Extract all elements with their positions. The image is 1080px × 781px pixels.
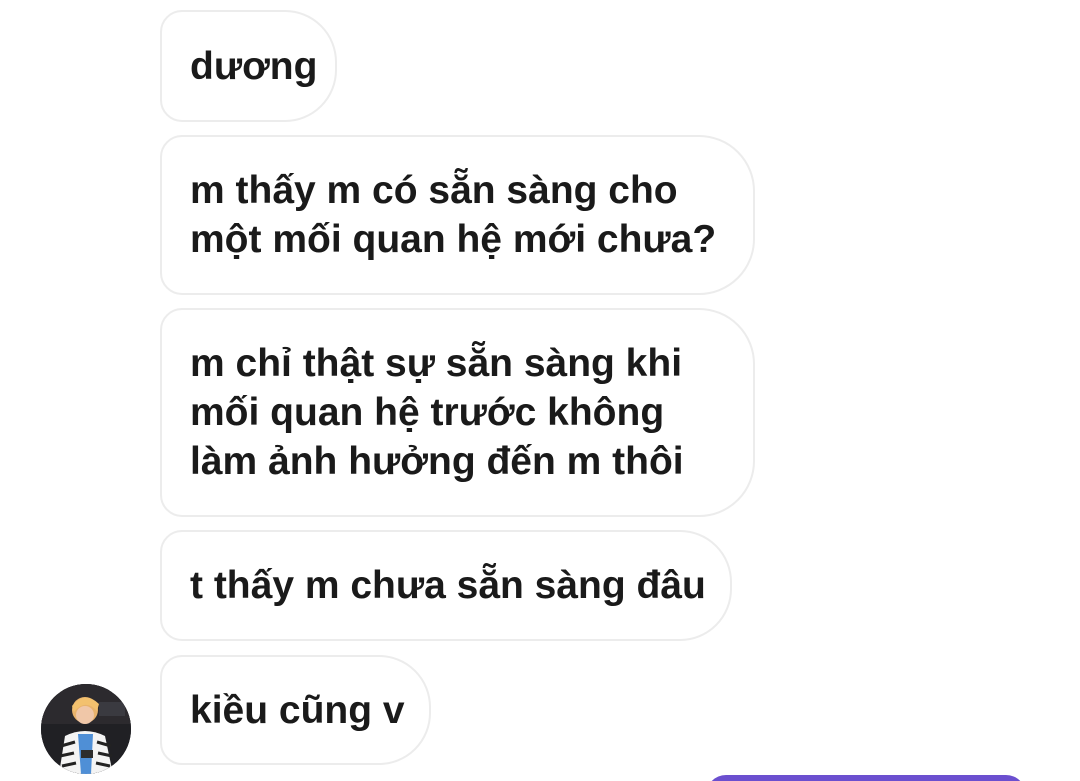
message-text: t thấy m chưa sẵn sàng đâu <box>190 564 706 607</box>
incoming-message-bubble[interactable]: m thấy m có sẵn sàng cho một mối quan hệ… <box>160 135 755 295</box>
incoming-message-bubble[interactable]: dương <box>160 10 337 122</box>
outgoing-message-bubble[interactable] <box>706 775 1026 781</box>
incoming-message-bubble[interactable]: m chỉ thật sự sẵn sàng khi mối quan hệ t… <box>160 308 755 517</box>
chat-thread: dương m thấy m có sẵn sàng cho một mối q… <box>0 0 1080 781</box>
incoming-message-bubble[interactable]: kiều cũng v <box>160 655 431 765</box>
contact-avatar[interactable] <box>41 684 131 774</box>
avatar-photo-icon <box>41 684 131 774</box>
message-text: m thấy m có sẵn sàng cho một mối quan hệ… <box>190 169 717 261</box>
message-text: m chỉ thật sự sẵn sàng khi mối quan hệ t… <box>190 342 684 483</box>
incoming-message-bubble[interactable]: t thấy m chưa sẵn sàng đâu <box>160 530 732 641</box>
message-text: dương <box>190 44 318 88</box>
message-text: kiều cũng v <box>190 688 405 732</box>
